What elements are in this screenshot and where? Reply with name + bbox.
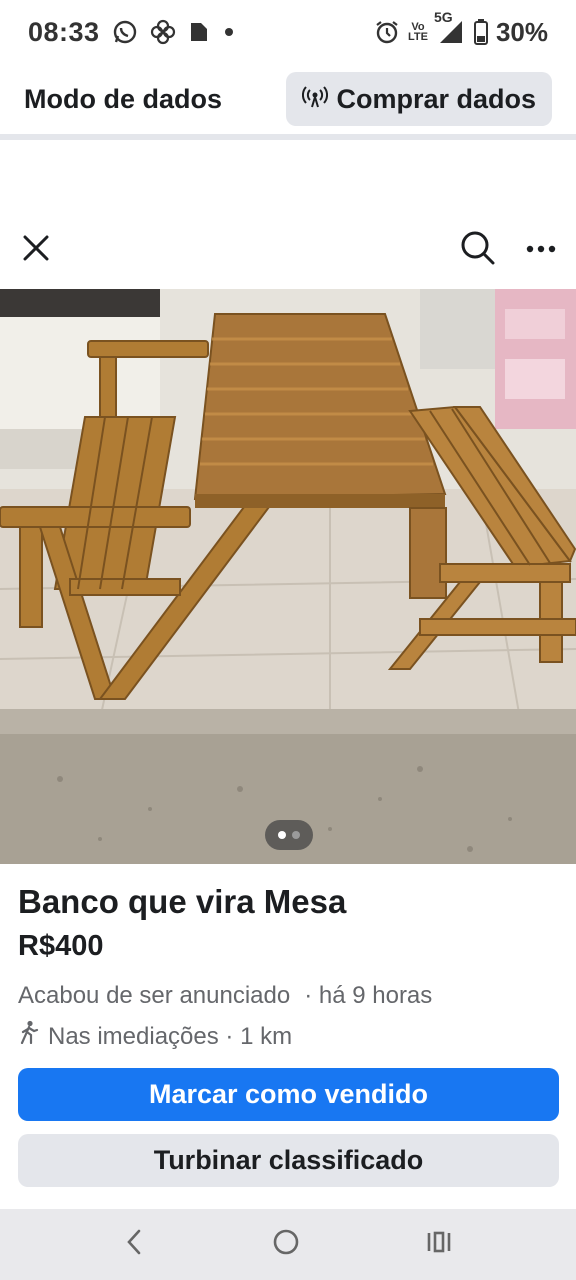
volte-bottom-text: LTE: [407, 31, 428, 43]
status-time: 08:33: [28, 16, 100, 47]
listing-location: Nas imediações · 1 km: [18, 1020, 558, 1054]
listing-meta: Acabou de ser anunciado · há 9 horas: [18, 980, 558, 1012]
listing-details: Banco que vira Mesa R$400 Acabou de ser …: [18, 880, 558, 1054]
data-mode-title: Modo de dados: [24, 83, 222, 114]
network-type: 5G: [433, 9, 453, 25]
pager-dot-active: [278, 831, 286, 839]
listing-title: Banco que vira Mesa: [18, 883, 347, 920]
recents-icon[interactable]: [425, 1228, 453, 1261]
status-system-icons: Vo LTE 5G 30%: [374, 9, 548, 48]
buy-data-label: Comprar dados: [336, 83, 536, 114]
pinwheel-icon: [150, 19, 176, 45]
more-icon[interactable]: [526, 241, 556, 259]
notification-icon: [188, 21, 210, 43]
status-notification-icons: [112, 19, 236, 45]
data-mode-banner: Modo de dados Comprar dados: [0, 64, 576, 140]
mark-as-sold-button[interactable]: Marcar como vendido: [18, 1068, 559, 1121]
5g-signal-icon: 5G: [434, 9, 466, 45]
dot-icon: [222, 25, 236, 39]
alarm-icon: [374, 19, 400, 45]
boost-listing-button[interactable]: Turbinar classificado: [18, 1134, 559, 1187]
battery-icon: [473, 19, 488, 45]
posted-time: · há 9 horas: [304, 982, 433, 1009]
wooden-bench-table-photo: [0, 289, 576, 864]
back-icon[interactable]: [123, 1228, 147, 1261]
android-nav-bar: [0, 1209, 576, 1280]
listing-photo[interactable]: [0, 289, 576, 864]
listing-nav: [0, 215, 576, 285]
search-icon[interactable]: [460, 230, 496, 271]
battery-percent: 30%: [495, 16, 548, 47]
listing-price: R$400: [18, 930, 104, 962]
whatsapp-icon: [112, 19, 138, 45]
close-icon[interactable]: [20, 232, 52, 269]
status-bar: 08:33 Vo LTE 5G 30%: [0, 0, 576, 64]
location-text: Nas imediações · 1 km: [48, 1023, 293, 1050]
buy-data-button[interactable]: Comprar dados: [286, 72, 552, 126]
broadcast-icon: [302, 84, 329, 115]
walking-person-icon: [18, 1020, 40, 1054]
posted-status: Acabou de ser anunciado: [18, 982, 291, 1009]
pager-dot: [292, 831, 300, 839]
photo-pager: [265, 820, 313, 850]
home-icon[interactable]: [272, 1228, 300, 1261]
volte-icon: Vo LTE: [407, 22, 428, 43]
